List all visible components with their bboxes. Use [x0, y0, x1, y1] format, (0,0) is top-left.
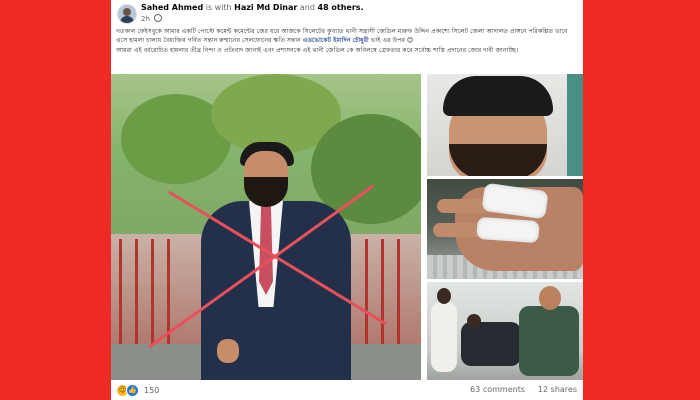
person-figure [461, 322, 521, 366]
person-figure [539, 286, 561, 310]
post-time[interactable]: 2h [141, 15, 150, 23]
comments-count[interactable]: 63 comments [470, 385, 525, 394]
post-header: Sahed Ahmed is with Hazi Md Dinar and 48… [111, 0, 583, 26]
avatar-shoulders [120, 16, 134, 23]
post-paragraph-2: আমরা এই বর্বরোচিত হামলার তীব্র নিন্দা ও … [116, 46, 519, 54]
with-text: is with [205, 3, 232, 12]
shares-count[interactable]: 12 shares [538, 385, 577, 394]
person-figure [467, 314, 481, 328]
hair [443, 76, 553, 116]
emoji-icon: 😊 [406, 37, 414, 45]
red-cross-mark [148, 184, 387, 349]
author-name[interactable]: Sahed Ahmed [141, 3, 203, 12]
photo-bandaged-hand[interactable] [427, 179, 583, 279]
photo-main[interactable] [111, 74, 421, 380]
post-meta: 2h [141, 14, 163, 23]
others-link[interactable]: 48 others. [318, 3, 364, 12]
reaction-count: 150 [144, 385, 160, 395]
cross-line [168, 190, 387, 326]
beard [449, 144, 547, 176]
avatar-face [123, 8, 131, 16]
tagged-name[interactable]: Hazi Md Dinar [234, 3, 297, 12]
mention-link[interactable]: এডভোকেট ইমাদিন চৌধুরী [303, 37, 369, 44]
person-figure [431, 302, 457, 372]
like-reaction-icon: 👍 [126, 383, 139, 397]
post-paragraph-1: গতকাল ফেইসবুকে আমার একটি পোস্টে কমেন্ট ক… [116, 27, 578, 46]
post-footer: ☺ 👍 150 63 comments 12 shares [111, 380, 583, 400]
person-figure [519, 306, 579, 376]
header-line: Sahed Ahmed is with Hazi Md Dinar and 48… [141, 3, 364, 12]
photo-strip [567, 74, 583, 176]
bandage [476, 216, 540, 244]
and-text: and [299, 3, 315, 12]
post-text: গতকাল ফেইসবুকে আমার একটি পোস্টে কমেন্ট ক… [116, 27, 578, 55]
globe-icon [154, 14, 163, 22]
photo-grid [111, 74, 583, 380]
person-figure [437, 288, 451, 304]
reactions-summary[interactable]: ☺ 👍 150 [116, 383, 160, 397]
post-text-part-b: ভাই এর উপর [370, 37, 405, 45]
facebook-post-card: Sahed Ahmed is with Hazi Md Dinar and 48… [111, 0, 583, 400]
cross-line [148, 184, 374, 349]
author-avatar[interactable] [117, 4, 137, 24]
photo-hospital[interactable] [427, 282, 583, 380]
photo-face-closeup[interactable] [427, 74, 583, 176]
